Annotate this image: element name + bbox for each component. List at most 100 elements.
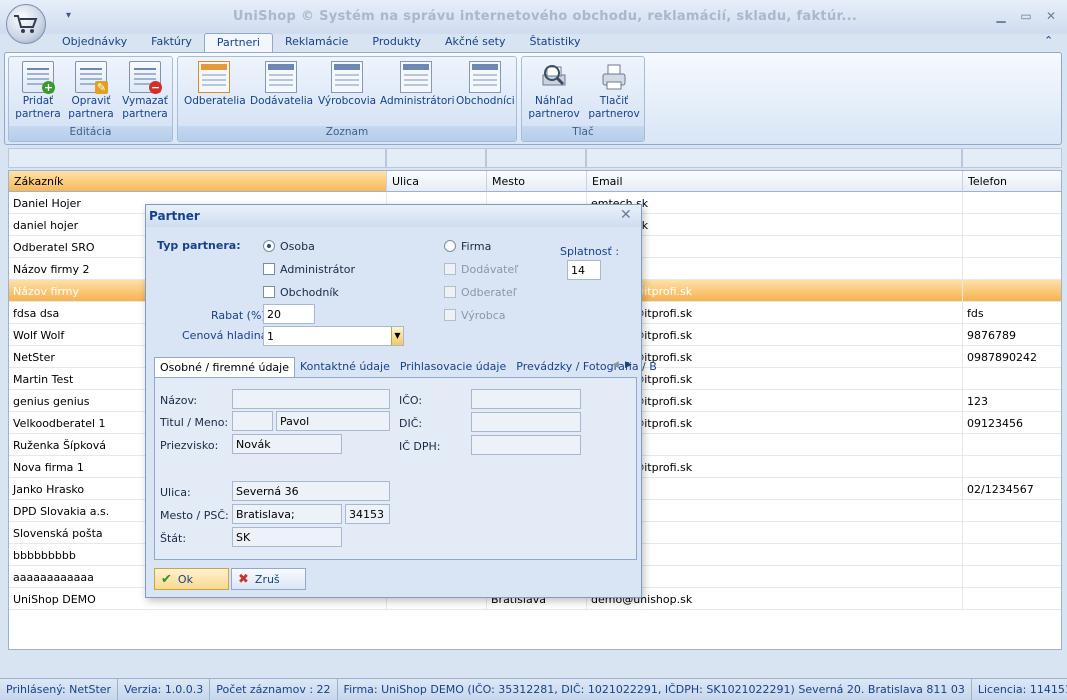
- odberatelia-button[interactable]: Odberatelia: [184, 61, 246, 108]
- cell-email: ejmiska@itprofi.sk: [587, 280, 963, 301]
- radio-firma[interactable]: [444, 240, 456, 252]
- cell-telefon: [963, 544, 1061, 565]
- print-button[interactable]: Tlačiť partnerov: [586, 61, 642, 121]
- checkbox-odberatel[interactable]: [444, 286, 456, 298]
- icdph-input[interactable]: [471, 435, 581, 455]
- ulica-input[interactable]: Severná 36: [232, 481, 390, 501]
- checkbox-obchodnik[interactable]: [263, 286, 275, 298]
- button-label: Náhľad: [535, 95, 573, 107]
- checkbox-dodavatel[interactable]: [444, 263, 456, 275]
- button-label: Tlačiť: [599, 95, 629, 107]
- list-icon: [331, 61, 363, 93]
- nazov-label: Názov:: [160, 394, 198, 407]
- checkbox-vyrobca[interactable]: [444, 309, 456, 321]
- group-label: Zoznam: [178, 126, 516, 141]
- tab-prevadzky[interactable]: Prevádzky / Fotografia / B: [511, 357, 662, 377]
- vyrobcovia-button[interactable]: Výrobcovia: [318, 61, 376, 108]
- tab-scroll-left-icon[interactable]: ◀: [612, 360, 619, 370]
- titul-input[interactable]: [232, 411, 273, 431]
- ok-button[interactable]: ✔ Ok: [154, 568, 229, 590]
- cancel-button[interactable]: ✖ Zruš: [231, 568, 306, 590]
- cell-telefon: [963, 236, 1061, 257]
- minimize-icon[interactable]: ▁: [992, 8, 1010, 24]
- status-bar: Prihlásený: NetSter Verzia: 1.0.0.3 Poče…: [0, 678, 1067, 700]
- tab-scroll-right-icon[interactable]: ▶: [625, 360, 632, 370]
- rabat-input[interactable]: 20: [263, 304, 315, 324]
- column-header-telefon[interactable]: Telefon: [963, 171, 1061, 192]
- cell-email: ejmiska@itprofi.sk: [587, 324, 963, 345]
- radio-osoba[interactable]: [263, 240, 275, 252]
- app-menu-button[interactable]: [6, 4, 46, 44]
- cenova-hladina-select[interactable]: 1: [263, 326, 404, 346]
- cell-email: [587, 478, 963, 499]
- button-label: partnerov: [528, 108, 580, 120]
- tab-prihlasovacie-udaje[interactable]: Prihlasovacie údaje: [395, 357, 511, 377]
- cell-telefon: [963, 192, 1061, 213]
- button-label: partnera: [122, 108, 168, 120]
- cell-telefon: [963, 500, 1061, 521]
- nazov-input[interactable]: [232, 389, 390, 409]
- edit-partner-button[interactable]: ✎ Opraviť partnera: [67, 61, 115, 121]
- close-icon[interactable]: ✕: [620, 207, 632, 223]
- priezvisko-input[interactable]: Novák: [232, 434, 342, 454]
- tab-produkty[interactable]: Produkty: [360, 33, 433, 53]
- cell-telefon: [963, 258, 1061, 279]
- checkbox-obchodnik-label: Obchodník: [280, 286, 339, 299]
- ribbon: + Pridať partnera ✎ Opraviť partnera − V…: [4, 52, 1062, 145]
- quick-access-dropdown-icon[interactable]: ▾: [66, 10, 71, 21]
- stat-input[interactable]: SK: [232, 527, 342, 547]
- column-header-ulica[interactable]: Ulica: [387, 171, 487, 192]
- tab-akcne-sety[interactable]: Akčné sety: [433, 33, 518, 53]
- edit-partner-icon: ✎: [75, 61, 108, 94]
- ulica-label: Ulica:: [160, 486, 191, 499]
- psc-input[interactable]: 34153: [345, 504, 390, 524]
- dic-input[interactable]: [471, 412, 581, 432]
- ico-input[interactable]: [471, 389, 581, 409]
- cell-email: ejmiska@itprofi.sk: [587, 456, 963, 477]
- checkbox-administrator[interactable]: [263, 263, 275, 275]
- obchodnici-button[interactable]: Obchodníci: [456, 61, 515, 108]
- ok-button-label: Ok: [177, 572, 193, 586]
- ribbon-tabs: Objednávky Faktúry Partneri Reklamácie P…: [50, 33, 593, 53]
- maximize-icon[interactable]: ▭: [1017, 8, 1035, 24]
- filter-zakaznik-input[interactable]: [8, 148, 386, 168]
- chevron-down-icon[interactable]: ▼: [391, 327, 403, 345]
- delete-partner-button[interactable]: − Vymazať partnera: [121, 61, 169, 121]
- filter-ulica-input[interactable]: [386, 148, 486, 168]
- filter-mesto-input[interactable]: [486, 148, 586, 168]
- tab-statistiky[interactable]: Štatistiky: [518, 33, 593, 53]
- tab-reklamacie[interactable]: Reklamácie: [273, 33, 360, 53]
- ribbon-collapse-icon[interactable]: ⌃: [1044, 34, 1053, 47]
- tab-osobne-udaje[interactable]: Osobné / firemné údaje: [154, 357, 295, 377]
- dialog-title: Partner: [146, 205, 641, 227]
- icdph-label: IČ DPH:: [399, 440, 441, 453]
- list-icon: [198, 61, 230, 93]
- tab-kontaktne-udaje[interactable]: Kontaktné údaje: [295, 357, 395, 377]
- filter-telefon-input[interactable]: [962, 148, 1062, 168]
- radio-firma-label: Firma: [461, 240, 492, 253]
- column-header-zakaznik[interactable]: Zákazník: [9, 171, 387, 192]
- partner-dialog: Partner ✕ Typ partnera: Osoba Firma Admi…: [145, 204, 657, 598]
- tab-partneri[interactable]: Partneri: [203, 33, 273, 53]
- cell-email: [587, 566, 963, 587]
- button-label: Opraviť: [71, 95, 111, 107]
- filter-email-input[interactable]: [586, 148, 962, 168]
- mesto-input[interactable]: Bratislava;: [232, 504, 342, 524]
- dodavatelia-button[interactable]: Dodávatelia: [250, 61, 313, 108]
- splatnost-input[interactable]: 14: [567, 260, 601, 280]
- group-zoznam: Odberatelia Dodávatelia Výrobcovia Admin…: [177, 56, 517, 142]
- print-preview-button[interactable]: Náhľad partnerov: [526, 61, 582, 121]
- column-header-mesto[interactable]: Mesto: [487, 171, 587, 192]
- close-icon[interactable]: ✕: [1042, 8, 1060, 24]
- administratori-button[interactable]: Administrátori: [380, 61, 455, 108]
- group-label: Tlač: [522, 126, 644, 141]
- cell-telefon: 123: [963, 390, 1061, 411]
- add-partner-button[interactable]: + Pridať partnera: [15, 61, 61, 121]
- button-label: Odberatelia: [184, 95, 246, 107]
- tab-faktury[interactable]: Faktúry: [139, 33, 204, 53]
- cell-email: ejmiska@itprofi.sk: [587, 412, 963, 433]
- column-header-email[interactable]: Email: [587, 171, 963, 192]
- meno-input[interactable]: Pavol: [276, 411, 390, 431]
- status-user: Prihlásený: NetSter: [0, 679, 119, 700]
- tab-objednavky[interactable]: Objednávky: [50, 33, 139, 53]
